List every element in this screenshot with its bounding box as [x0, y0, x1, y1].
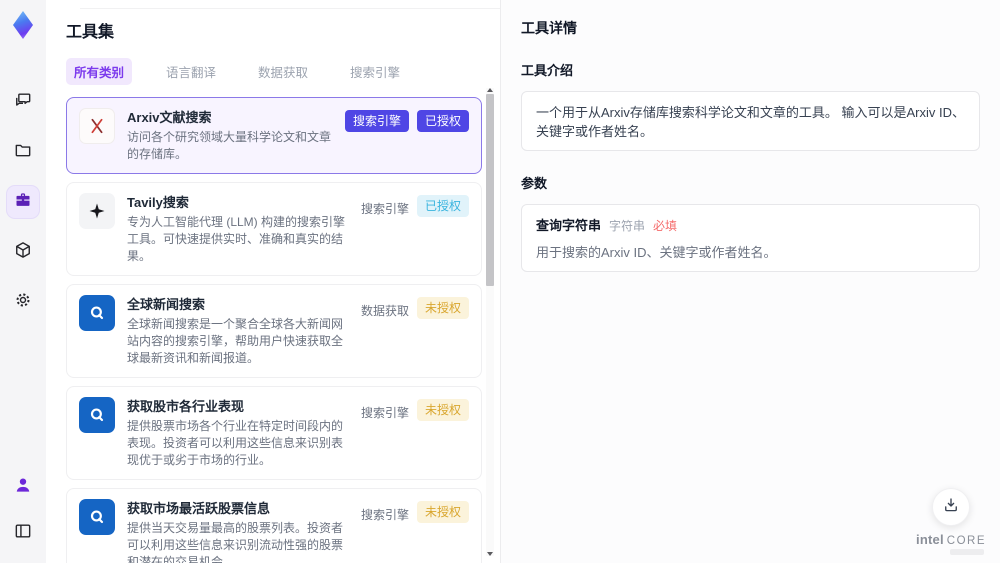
param-description: 用于搜索的Arxiv ID、关键字或作者姓名。	[536, 245, 777, 260]
download-icon	[942, 496, 960, 519]
tool-description: 访问各个研究领域大量科学论文和文章的存储库。	[127, 130, 332, 161]
folder-icon	[13, 140, 33, 165]
page-title: 工具集	[66, 24, 115, 41]
tool-card-sector-performance[interactable]: 获取股市各行业表现 提供股票市场各个行业在特定时间段内的表现。投资者可以利用这些…	[66, 386, 482, 480]
news-search-icon	[79, 499, 115, 535]
tool-name: 获取股市各行业表现	[127, 399, 245, 414]
tool-name: 全球新闻搜索	[127, 297, 206, 312]
news-search-icon	[79, 397, 115, 433]
cube-icon	[13, 240, 33, 265]
scroll-up-arrow[interactable]	[487, 88, 493, 92]
tool-description: 提供当天交易量最高的股票列表。投资者可以利用这些信息来识别流动性强的股票和潜在的…	[127, 521, 344, 563]
app-logo	[6, 8, 40, 42]
category-tabs: 所有类别 语言翻译 数据获取 搜索引擎	[66, 58, 500, 85]
param-required-flag: 必填	[653, 219, 678, 233]
category-label: 搜索引擎	[360, 406, 409, 420]
scroll-down-arrow[interactable]	[487, 552, 493, 556]
tool-description: 专为人工智能代理 (LLM) 构建的搜索引擎工具。可快速提供实时、准确和真实的结…	[127, 215, 346, 263]
panel-toggle-icon	[13, 521, 33, 546]
category-label: 搜索引擎	[360, 202, 409, 216]
chat-icon	[13, 90, 33, 115]
news-search-icon	[79, 295, 115, 331]
app-window: 工具集 所有类别 语言翻译 数据获取 搜索引擎 Arxiv文献搜索 访问各个研究…	[0, 0, 1000, 563]
tab-translation[interactable]: 语言翻译	[158, 58, 224, 85]
tool-card-tavily[interactable]: Tavily搜索 专为人工智能代理 (LLM) 构建的搜索引擎工具。可快速提供实…	[66, 182, 482, 276]
download-button[interactable]	[932, 488, 971, 526]
sidebar-item-models[interactable]	[7, 236, 39, 268]
category-label: 数据获取	[360, 304, 409, 318]
gear-icon	[13, 290, 33, 315]
intel-core-logo: intel CORE	[916, 532, 986, 547]
tool-name: 获取市场最活跃股票信息	[127, 501, 271, 516]
tool-name: Arxiv文献搜索	[127, 110, 212, 125]
tab-all-categories[interactable]: 所有类别	[66, 58, 133, 85]
user-icon	[13, 475, 33, 500]
tab-data-fetch[interactable]: 数据获取	[250, 58, 316, 85]
sidebar-item-chat[interactable]	[7, 86, 39, 118]
sidebar-item-files[interactable]	[7, 136, 39, 168]
intro-heading: 工具介绍	[521, 63, 574, 78]
tool-list-panel: 工具集 所有类别 语言翻译 数据获取 搜索引擎 Arxiv文献搜索 访问各个研究…	[46, 0, 1000, 563]
status-badge: 未授权	[416, 297, 469, 319]
tool-list: Arxiv文献搜索 访问各个研究领域大量科学论文和文章的存储库。 搜索引擎 已授…	[66, 97, 482, 563]
category-badge: 搜索引擎	[344, 110, 409, 132]
param-box: 查询字符串 字符串 必填 用于搜索的Arxiv ID、关键字或作者姓名。	[521, 204, 980, 272]
detail-title: 工具详情	[521, 20, 577, 36]
tool-card-active-stocks[interactable]: 获取市场最活跃股票信息 提供当天交易量最高的股票列表。投资者可以利用这些信息来识…	[66, 488, 482, 563]
sidebar	[0, 0, 46, 563]
sidebar-item-collapse[interactable]	[7, 517, 39, 549]
tool-card-global-news[interactable]: 全球新闻搜索 全球新闻搜索是一个聚合全球各大新闻网站内容的搜索引擎，帮助用户快速…	[66, 284, 482, 378]
tool-detail-panel: 工具详情 工具介绍 一个用于从Arxiv存储库搜索科学论文和文章的工具。 输入可…	[500, 0, 1000, 563]
status-badge: 已授权	[416, 110, 469, 132]
status-badge: 未授权	[416, 399, 469, 421]
tool-card-arxiv[interactable]: Arxiv文献搜索 访问各个研究领域大量科学论文和文章的存储库。 搜索引擎 已授…	[66, 97, 482, 174]
toolbox-icon	[13, 190, 33, 215]
param-name: 查询字符串	[536, 218, 602, 233]
scrollbar-thumb[interactable]	[486, 94, 494, 286]
tab-search-engine[interactable]: 搜索引擎	[342, 58, 408, 85]
corner-widgets: intel CORE	[916, 488, 986, 555]
sidebar-item-account[interactable]	[7, 471, 39, 503]
param-type: 字符串	[609, 219, 646, 233]
category-label: 搜索引擎	[360, 508, 409, 522]
intro-box: 一个用于从Arxiv存储库搜索科学论文和文章的工具。 输入可以是Arxiv ID…	[521, 91, 980, 151]
list-scrollbar[interactable]	[486, 88, 494, 556]
intro-text: 一个用于从Arxiv存储库搜索科学论文和文章的工具。 输入可以是Arxiv ID…	[536, 105, 966, 139]
brand-subtext	[950, 549, 984, 555]
tavily-star-icon	[79, 193, 115, 229]
sidebar-item-tools[interactable]	[7, 186, 39, 218]
status-badge: 未授权	[416, 501, 469, 523]
tool-description: 提供股票市场各个行业在特定时间段内的表现。投资者可以利用这些信息来识别表现优于或…	[127, 419, 344, 467]
params-heading: 参数	[521, 176, 548, 191]
arxiv-icon	[79, 108, 115, 144]
tool-description: 全球新闻搜索是一个聚合全球各大新闻网站内容的搜索引擎，帮助用户快速获取全球最新资…	[127, 317, 344, 365]
status-badge: 已授权	[416, 195, 469, 217]
tool-name: Tavily搜索	[127, 195, 189, 210]
sidebar-item-settings[interactable]	[7, 286, 39, 318]
